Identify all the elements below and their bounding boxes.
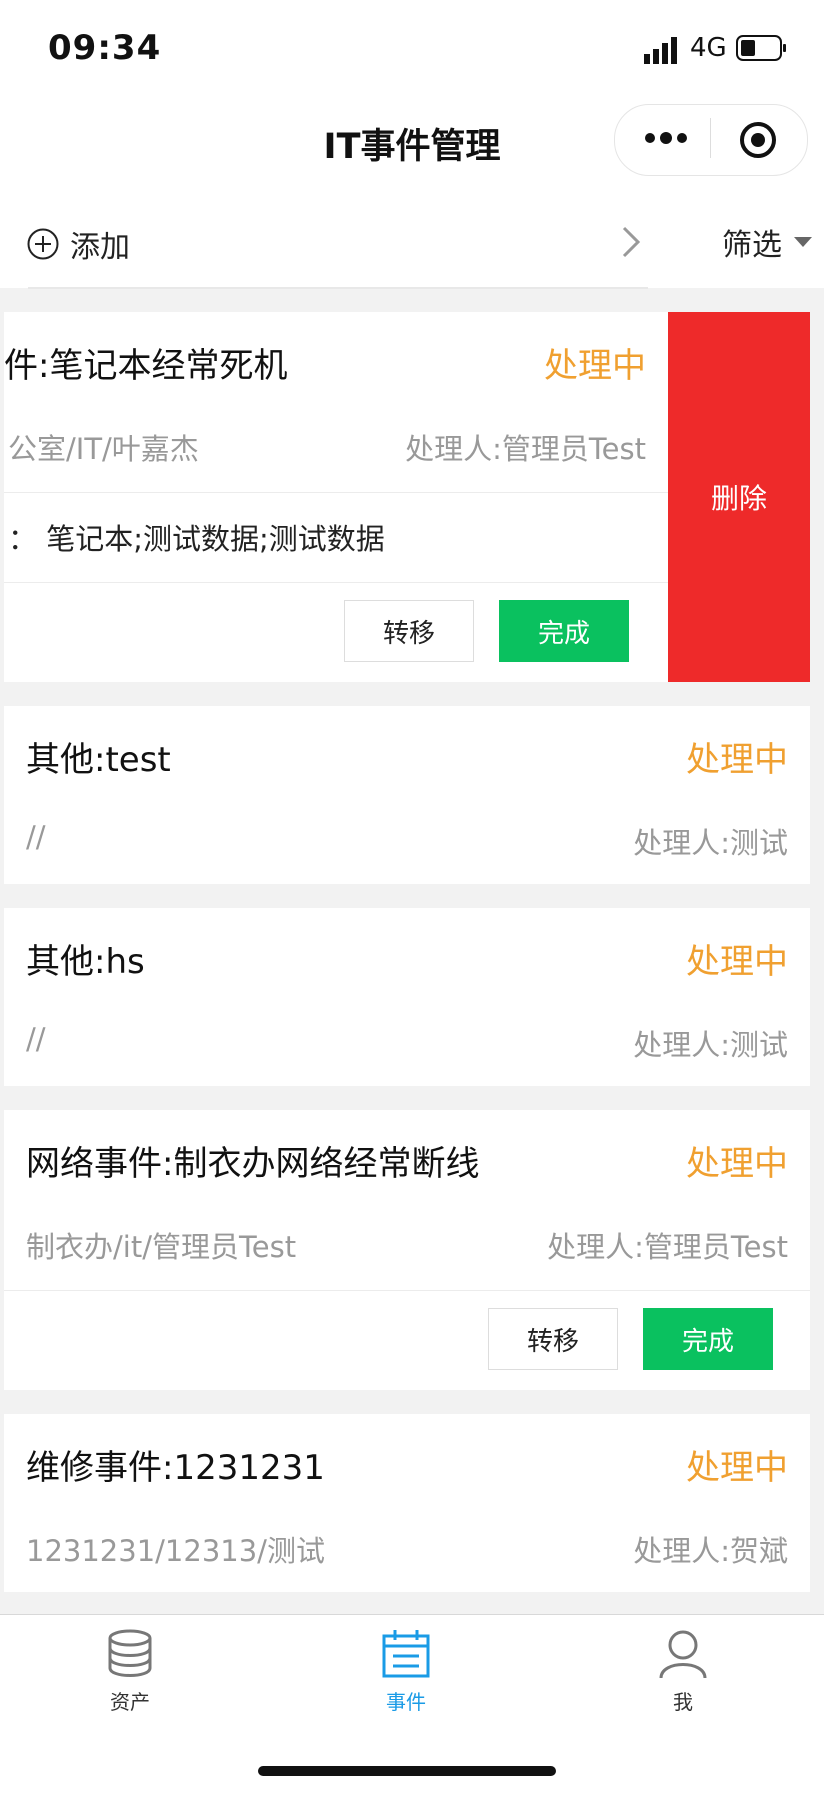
- filter-label: 筛选: [722, 228, 782, 263]
- caret-down-icon: [794, 237, 812, 247]
- event-location: 1231231/12313/测试: [26, 1534, 325, 1568]
- event-status: 处理中: [686, 740, 788, 780]
- target-icon[interactable]: [738, 120, 778, 160]
- event-handler: 处理人:测试: [633, 1028, 788, 1062]
- event-card[interactable]: 网络事件:制衣办网络经常断线 处理中 制衣办/it/管理员Test 处理人:管理…: [4, 1110, 810, 1390]
- event-card[interactable]: 其他:hs 处理中 // 处理人:测试: [4, 908, 810, 1086]
- add-button[interactable]: 添加: [26, 222, 130, 266]
- plus-circle-icon: [27, 228, 59, 260]
- event-location: //: [26, 820, 46, 854]
- home-indicator: [258, 1766, 556, 1776]
- user-icon: [659, 1630, 707, 1679]
- complete-button[interactable]: 完成: [499, 600, 629, 662]
- battery-icon: [736, 35, 786, 61]
- event-handler: 处理人:管理员Test: [547, 1230, 788, 1264]
- tab-me[interactable]: 我: [623, 1628, 743, 1715]
- transfer-button[interactable]: 转移: [488, 1308, 618, 1370]
- event-title: 其他:test: [26, 740, 171, 780]
- filter-button[interactable]: 筛选: [722, 220, 812, 264]
- delete-button[interactable]: 删除: [668, 312, 810, 682]
- database-icon: [108, 1629, 152, 1677]
- event-title: 维修事件:1231231: [26, 1448, 325, 1488]
- event-handler: 处理人:管理员Test: [405, 432, 646, 466]
- capsule-divider: [710, 118, 711, 158]
- add-label: 添加: [70, 230, 130, 265]
- status-time: 09:34: [48, 28, 162, 68]
- event-title: 件:笔记本经常死机: [4, 346, 288, 386]
- event-status: 处理中: [686, 1448, 788, 1488]
- tab-label: 资产: [110, 1690, 150, 1714]
- tab-assets[interactable]: 资产: [70, 1628, 190, 1715]
- network-label: 4G: [690, 33, 727, 63]
- event-status: 处理中: [686, 1144, 788, 1184]
- divider: [4, 582, 668, 583]
- more-dots-icon[interactable]: [642, 126, 690, 150]
- event-location: 制衣办/it/管理员Test: [26, 1230, 297, 1264]
- divider: [4, 1290, 810, 1291]
- event-title: 其他:hs: [26, 942, 145, 982]
- signal-icon: [644, 37, 677, 64]
- event-card[interactable]: 件:笔记本经常死机 处理中 公室/IT/叶嘉杰 处理人:管理员Test ： 笔记…: [4, 312, 668, 682]
- tab-label: 事件: [386, 1690, 426, 1714]
- calendar-icon: [382, 1630, 430, 1678]
- event-location: //: [26, 1022, 46, 1056]
- event-handler: 处理人:测试: [633, 826, 788, 860]
- tab-label: 我: [673, 1690, 693, 1714]
- event-location: 公室/IT/叶嘉杰: [8, 432, 199, 466]
- divider: [4, 492, 668, 493]
- event-title: 网络事件:制衣办网络经常断线: [26, 1144, 480, 1184]
- event-detail: ： 笔记本;测试数据;测试数据: [8, 522, 385, 556]
- event-status: 处理中: [686, 942, 788, 982]
- event-handler: 处理人:贺斌: [633, 1534, 788, 1568]
- tab-events[interactable]: 事件: [346, 1628, 466, 1715]
- transfer-button[interactable]: 转移: [344, 600, 474, 662]
- event-card[interactable]: 维修事件:1231231 处理中 1231231/12313/测试 处理人:贺斌: [4, 1414, 810, 1592]
- chevron-right-icon[interactable]: [616, 224, 644, 260]
- divider: [28, 287, 648, 289]
- complete-button[interactable]: 完成: [643, 1308, 773, 1370]
- event-card[interactable]: 其他:test 处理中 // 处理人:测试: [4, 706, 810, 884]
- event-status: 处理中: [544, 346, 646, 386]
